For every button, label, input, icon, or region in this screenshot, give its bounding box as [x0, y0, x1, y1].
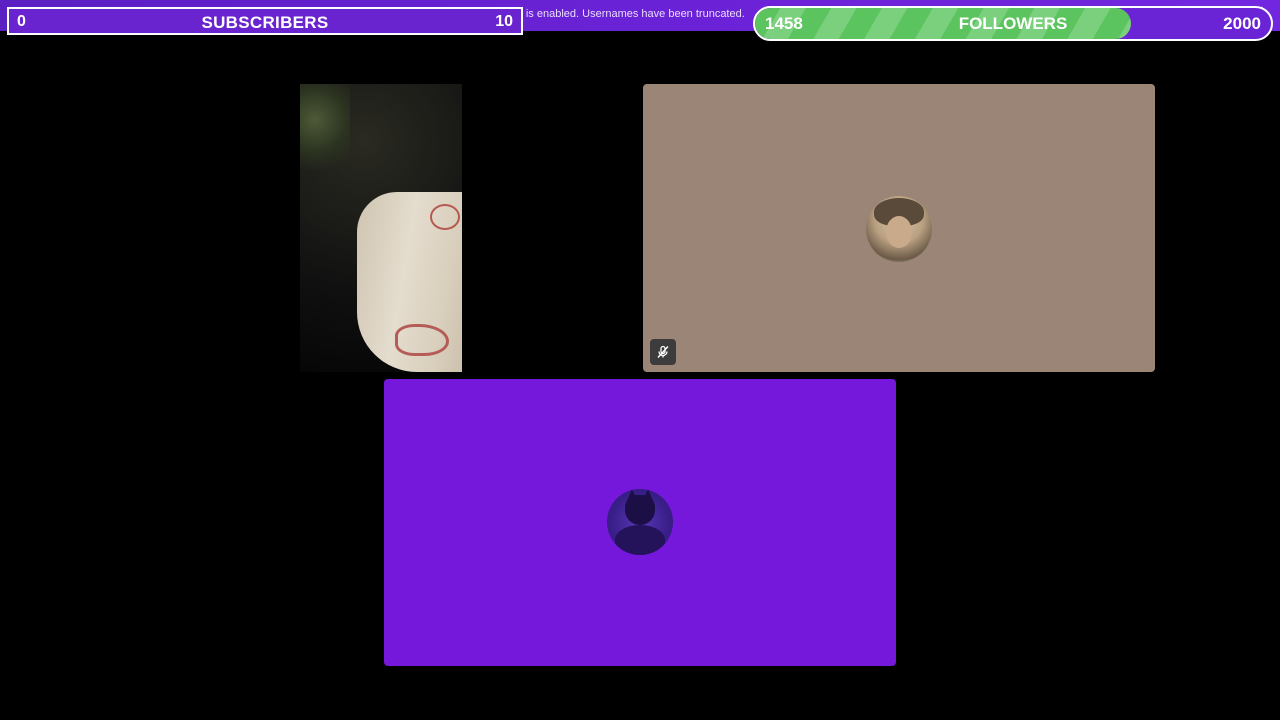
- avatar-ear: [627, 489, 637, 501]
- video-pattern-mark: [395, 324, 449, 356]
- follower-goal-bar: 1458 FOLLOWERS 2000: [753, 6, 1273, 41]
- avatar-face: [886, 216, 912, 248]
- follower-target-count: 2000: [1223, 14, 1261, 33]
- participant-video-tile[interactable]: [300, 84, 462, 372]
- participant-avatar: [866, 196, 932, 262]
- video-background-foliage: [300, 84, 350, 174]
- avatar-body: [615, 525, 665, 555]
- video-pattern-mark: [430, 204, 460, 230]
- subscriber-goal-label: SUBSCRIBERS: [201, 13, 329, 32]
- microphone-muted-icon[interactable]: [650, 339, 676, 365]
- participant-tile[interactable]: [643, 84, 1155, 372]
- subscriber-target-count: 10: [495, 13, 513, 30]
- participant-tile[interactable]: [384, 379, 896, 666]
- subscriber-goal-bar: 0 SUBSCRIBERS 10: [7, 7, 523, 35]
- follower-goal-label: FOLLOWERS: [958, 14, 1068, 33]
- avatar-ear: [643, 489, 653, 501]
- participant-avatar: [607, 489, 673, 555]
